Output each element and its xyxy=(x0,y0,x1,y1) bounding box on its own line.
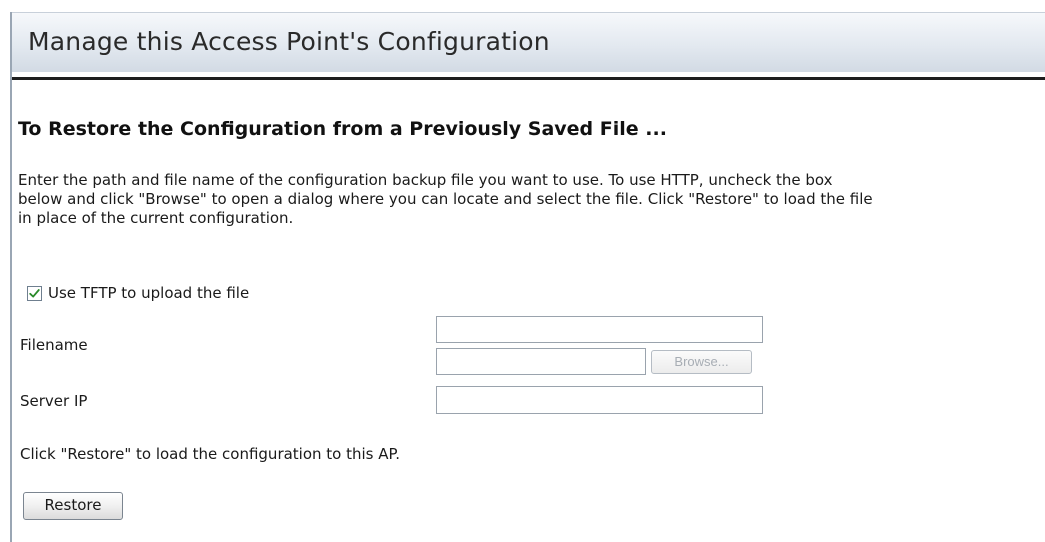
filename-tftp-input[interactable] xyxy=(436,316,763,343)
tftp-option: Use TFTP to upload the file xyxy=(27,284,249,302)
checkmark-icon xyxy=(29,288,40,297)
page-frame: Manage this Access Point's Configuration… xyxy=(0,0,1045,542)
restore-note: Click "Restore" to load the configuratio… xyxy=(20,445,401,463)
server-ip-label: Server IP xyxy=(20,392,88,410)
server-ip-input[interactable] xyxy=(436,386,763,414)
header-divider xyxy=(12,77,1045,80)
section-title: To Restore the Configuration from a Prev… xyxy=(18,118,667,140)
page-title: Manage this Access Point's Configuration xyxy=(28,27,550,56)
filename-label: Filename xyxy=(20,336,88,354)
restore-button[interactable]: Restore xyxy=(23,492,123,520)
tftp-checkbox[interactable] xyxy=(27,285,42,301)
tftp-checkbox-label: Use TFTP to upload the file xyxy=(48,284,250,302)
filename-file-input[interactable] xyxy=(436,348,646,375)
page-header: Manage this Access Point's Configuration xyxy=(12,12,1045,72)
section-description: Enter the path and file name of the conf… xyxy=(18,171,873,227)
left-border xyxy=(10,12,12,542)
browse-button[interactable]: Browse... xyxy=(651,350,752,374)
